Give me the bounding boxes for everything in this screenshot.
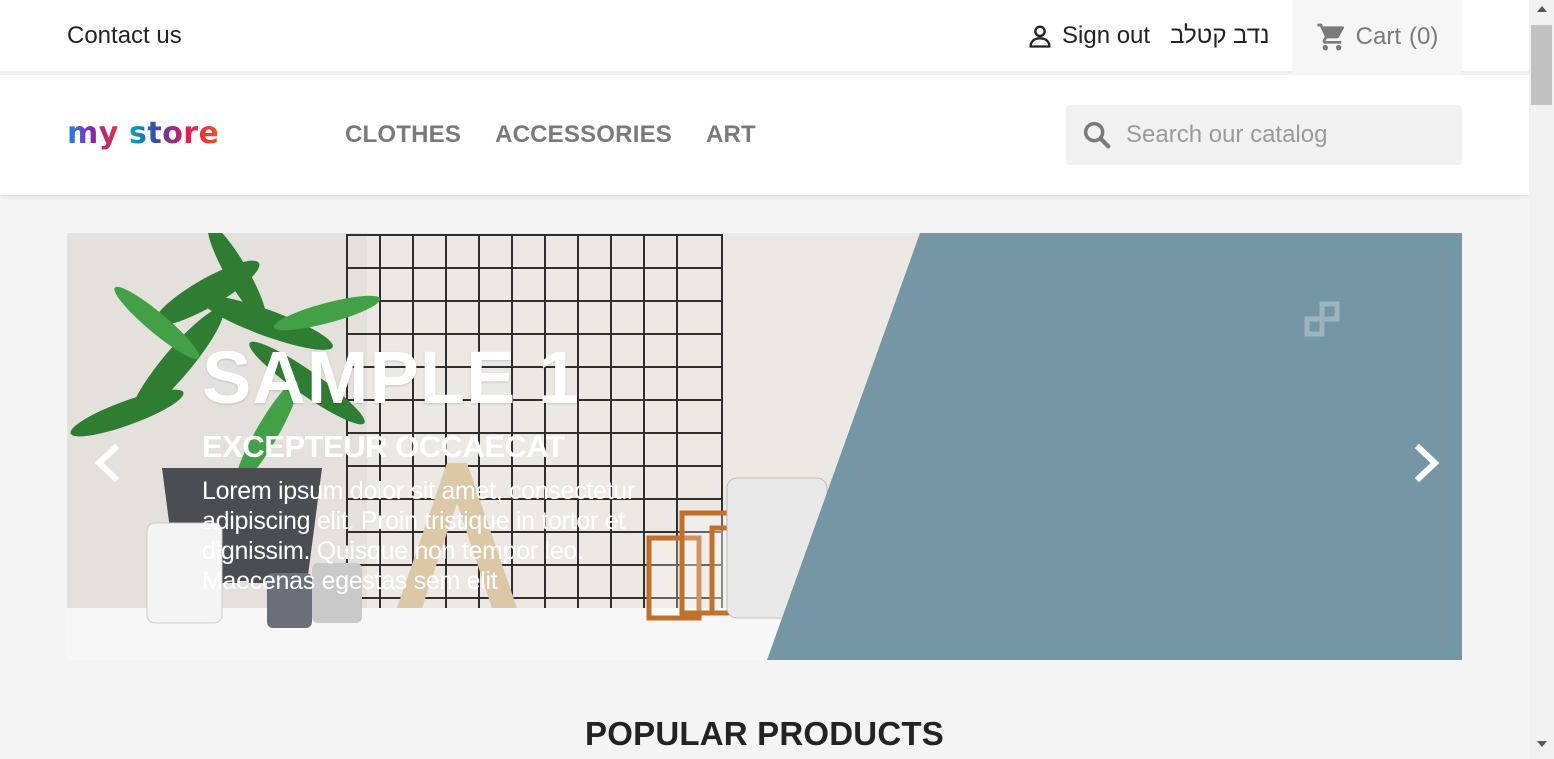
main-header: my store CLOTHES ACCESSORIES ART bbox=[0, 75, 1529, 195]
nav-item-art[interactable]: ART bbox=[706, 121, 756, 149]
cart-label: Cart bbox=[1355, 22, 1401, 50]
scroll-up-arrow-icon[interactable] bbox=[1537, 6, 1547, 12]
page-scrollbar[interactable] bbox=[1529, 0, 1554, 759]
search-input[interactable] bbox=[1126, 121, 1446, 149]
sign-out-link[interactable]: Sign out bbox=[1062, 22, 1150, 50]
store-logo[interactable]: my store bbox=[67, 113, 219, 165]
chevron-right-icon[interactable] bbox=[1407, 438, 1447, 488]
logo-word-2: store bbox=[129, 116, 217, 151]
contact-us-link[interactable]: Contact us bbox=[67, 22, 182, 50]
main-nav: CLOTHES ACCESSORIES ART bbox=[345, 121, 756, 149]
popular-products-title: POPULAR PRODUCTS bbox=[585, 715, 944, 752]
account-username-link[interactable]: נדב קטלב bbox=[1170, 22, 1269, 50]
chevron-left-icon[interactable] bbox=[87, 438, 127, 488]
nav-item-clothes[interactable]: CLOTHES bbox=[345, 121, 461, 149]
user-icon bbox=[1029, 25, 1051, 48]
nav-item-accessories[interactable]: ACCESSORIES bbox=[495, 121, 672, 149]
search-box bbox=[1066, 105, 1462, 165]
search-icon[interactable] bbox=[1080, 118, 1114, 152]
top-bar: Contact us Sign out נדב קטלב Cart (0) bbox=[0, 0, 1529, 73]
slide-description: Lorem ipsum dolor sit amet, consectetur … bbox=[202, 477, 635, 595]
slide-subtitle: EXCEPTEUR OCCAECAT bbox=[202, 429, 565, 464]
cart-button[interactable]: Cart (0) bbox=[1292, 0, 1462, 73]
slide-caption: SAMPLE 1 EXCEPTEUR OCCAECAT Lorem ipsum … bbox=[202, 338, 682, 596]
scroll-thumb[interactable] bbox=[1531, 25, 1552, 105]
slide-title: SAMPLE 1 bbox=[202, 336, 581, 419]
cart-icon bbox=[1316, 23, 1344, 50]
logo-word-1: my bbox=[67, 116, 119, 151]
store-logo-image: my store bbox=[67, 116, 219, 151]
user-info: Sign out נדב קטלב bbox=[1026, 22, 1269, 50]
hero-slider: SAMPLE 1 EXCEPTEUR OCCAECAT Lorem ipsum … bbox=[67, 233, 1462, 660]
cart-count: (0) bbox=[1409, 22, 1439, 50]
scroll-down-arrow-icon[interactable] bbox=[1537, 741, 1547, 747]
